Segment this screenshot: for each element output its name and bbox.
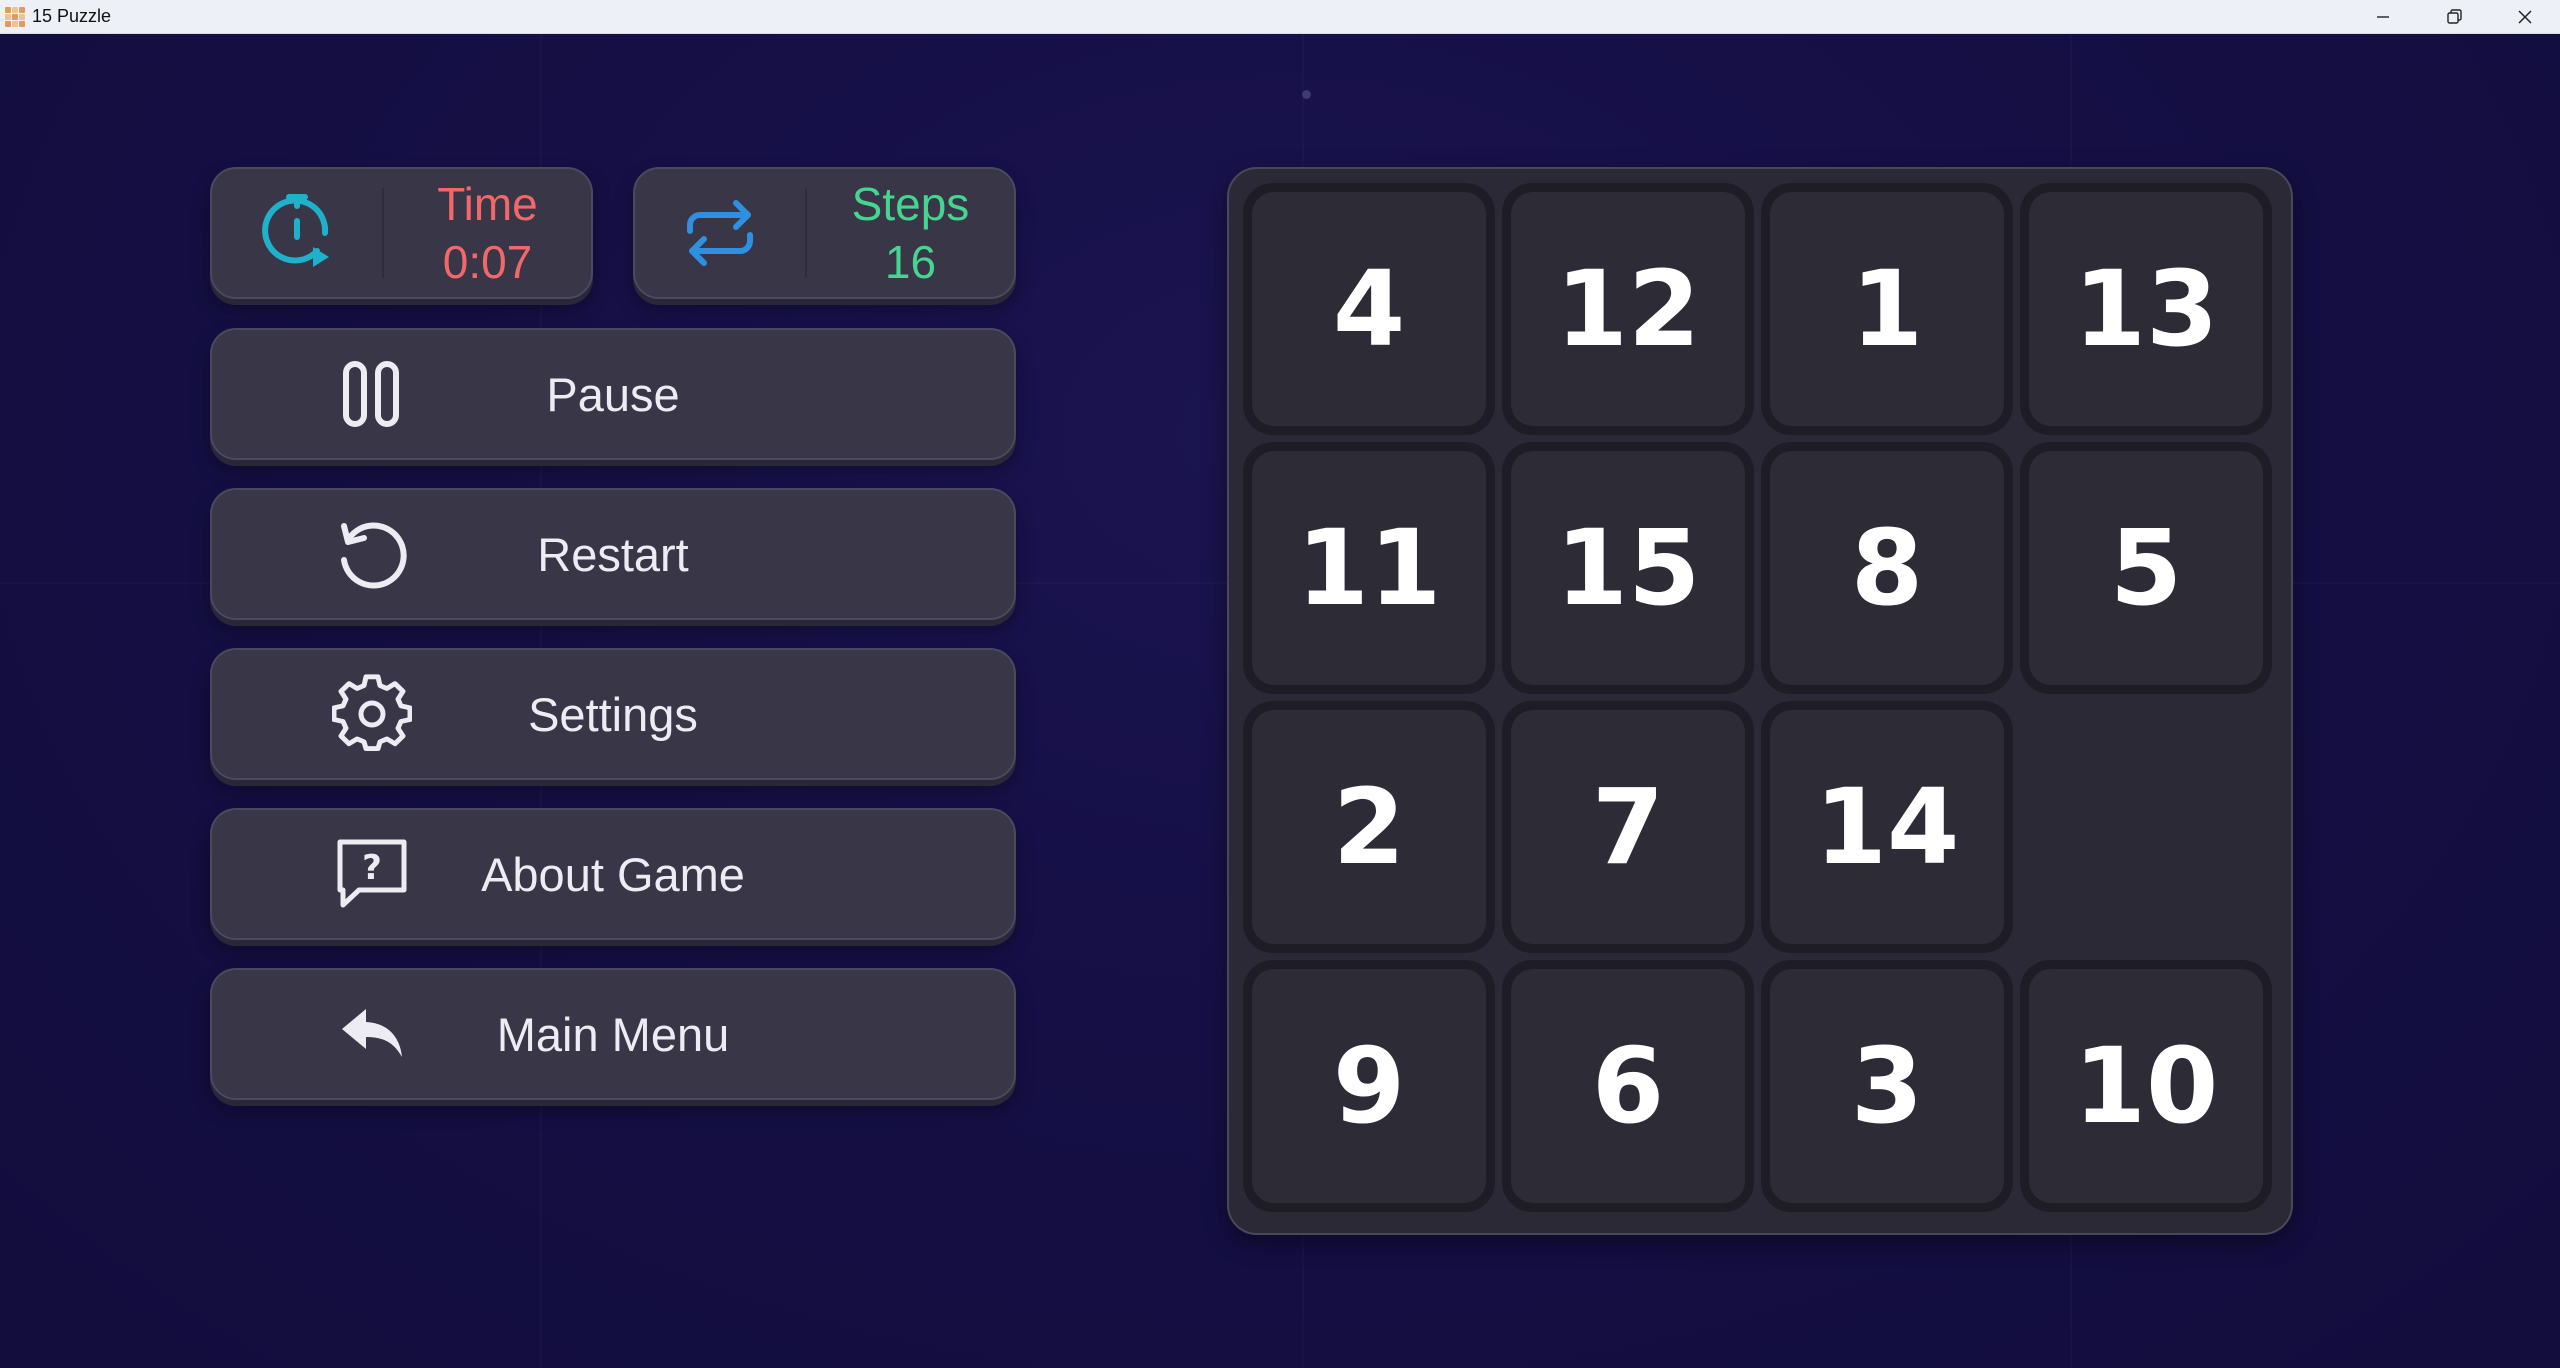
tile-number: 9 — [1252, 969, 1486, 1203]
time-value: 0:07 — [442, 236, 533, 288]
main-menu-button[interactable]: Main Menu — [210, 968, 1016, 1100]
restore-button[interactable] — [2418, 0, 2489, 34]
pause-button[interactable]: Pause — [210, 328, 1016, 460]
settings-button[interactable]: Settings — [210, 648, 1016, 780]
tile-number: 15 — [1511, 451, 1745, 685]
time-label: Time — [437, 178, 538, 230]
window-title: 15 Puzzle — [32, 6, 112, 26]
decorative-dot — [1302, 90, 1311, 99]
puzzle-tile[interactable]: 8 — [1761, 442, 2013, 694]
time-text: Time 0:07 — [384, 175, 591, 291]
about-game-label: About Game — [481, 847, 745, 901]
puzzle-tile[interactable]: 12 — [1502, 183, 1754, 435]
puzzle-tile[interactable]: 7 — [1502, 701, 1754, 953]
puzzle-tile[interactable]: 6 — [1502, 960, 1754, 1212]
puzzle-tile[interactable]: 15 — [1502, 442, 1754, 694]
empty-slot — [2020, 701, 2272, 953]
tile-number: 1 — [1770, 192, 2004, 426]
window-titlebar: 15 Puzzle — [0, 0, 2560, 34]
main-menu-label: Main Menu — [496, 1007, 730, 1061]
about-game-button[interactable]: ? About Game — [210, 808, 1016, 940]
settings-label: Settings — [528, 687, 698, 741]
tile-number: 6 — [1511, 969, 1745, 1203]
minimize-icon — [2376, 16, 2389, 18]
minimize-button[interactable] — [2347, 0, 2418, 34]
puzzle-tile[interactable]: 14 — [1761, 701, 2013, 953]
puzzle-tile[interactable]: 1 — [1761, 183, 2013, 435]
puzzle-tile[interactable]: 10 — [2020, 960, 2272, 1212]
restart-button[interactable]: Restart — [210, 488, 1016, 620]
puzzle-tile[interactable]: 5 — [2020, 442, 2272, 694]
stopwatch-icon — [212, 191, 382, 275]
pause-label: Pause — [546, 367, 680, 421]
app-puzzle-icon — [4, 6, 26, 28]
restart-label: Restart — [537, 527, 689, 581]
tile-number: 7 — [1511, 710, 1745, 944]
steps-text: Steps 16 — [807, 175, 1014, 291]
tile-number: 2 — [1252, 710, 1486, 944]
tile-number: 4 — [1252, 192, 1486, 426]
tile-number: 3 — [1770, 969, 2004, 1203]
tile-number: 13 — [2029, 192, 2263, 426]
puzzle-tile[interactable]: 3 — [1761, 960, 2013, 1212]
puzzle-tile[interactable]: 9 — [1243, 960, 1495, 1212]
tile-number: 12 — [1511, 192, 1745, 426]
tile-number: 11 — [1252, 451, 1486, 685]
puzzle-tile[interactable]: 2 — [1243, 701, 1495, 953]
close-icon — [2517, 10, 2532, 24]
close-button[interactable] — [2489, 0, 2560, 34]
steps-value: 16 — [884, 236, 937, 288]
restore-icon — [2446, 9, 2462, 24]
time-panel: Time 0:07 — [210, 167, 593, 299]
tile-number: 8 — [1770, 451, 2004, 685]
puzzle-tile[interactable]: 13 — [2020, 183, 2272, 435]
steps-label: Steps — [851, 178, 970, 230]
puzzle-tile[interactable]: 11 — [1243, 442, 1495, 694]
puzzle-tile[interactable]: 4 — [1243, 183, 1495, 435]
puzzle-board: 4 12 1 13 11 15 8 5 2 7 14 9 6 3 10 — [1227, 167, 2293, 1235]
repeat-icon — [635, 195, 805, 271]
game-area: Time 0:07 Steps 16 Pause Restart Setting… — [0, 34, 2560, 1368]
steps-panel: Steps 16 — [633, 167, 1016, 299]
tile-number: 10 — [2029, 969, 2263, 1203]
tile-number: 14 — [1770, 710, 2004, 944]
tile-number: 5 — [2029, 451, 2263, 685]
